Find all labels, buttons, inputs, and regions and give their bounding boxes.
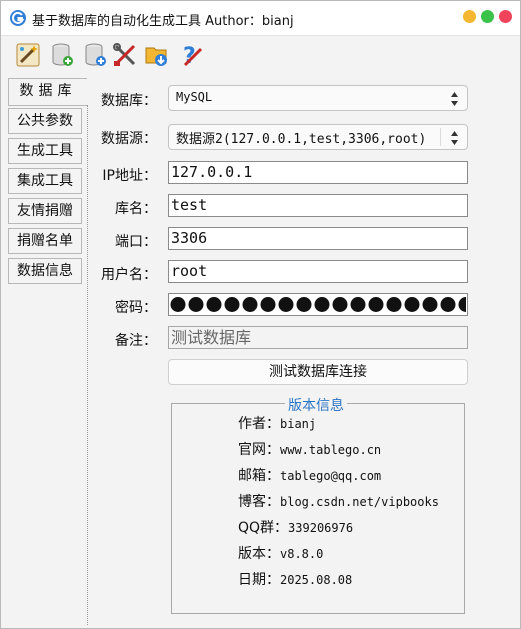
password-dot — [458, 297, 466, 312]
ip-input[interactable]: 127.0.0.1 — [168, 161, 468, 184]
port-input[interactable]: 3306 — [168, 227, 468, 250]
password-dot — [368, 297, 384, 312]
db-add-icon[interactable] — [49, 42, 75, 68]
app-window: 基于数据库的自动化生成工具 Author：bianj ? 数据库 公共参数 生成… — [0, 0, 521, 629]
site-value[interactable]: www.tablego.cn — [280, 443, 381, 457]
tab-integration-tools[interactable]: 集成工具 — [8, 168, 82, 194]
author-row: 作者：bianj — [238, 413, 316, 433]
date-label: 日期： — [238, 572, 280, 588]
password-dot — [170, 297, 186, 312]
version-row: 版本：v8.8.0 — [238, 543, 323, 563]
tab-donate[interactable]: 友情捐赠 — [8, 198, 82, 224]
app-logo-icon — [10, 10, 26, 26]
dbname-label: 库名： — [115, 201, 157, 217]
version-label: 版本： — [238, 546, 280, 562]
qq-value: 339206976 — [288, 521, 354, 535]
select-separator — [440, 128, 441, 146]
password-dot — [278, 297, 294, 312]
blog-label: 博客： — [238, 494, 280, 510]
source-value: 数据源2(127.0.0.1,test,3306,root) — [176, 132, 427, 147]
password-dot — [242, 297, 258, 312]
user-input[interactable]: root — [168, 260, 468, 283]
password-dot — [224, 297, 240, 312]
password-dot — [350, 297, 366, 312]
password-dot — [404, 297, 420, 312]
source-label: 数据源： — [101, 131, 157, 147]
minimize-button[interactable] — [463, 10, 476, 23]
tab-donor-list[interactable]: 捐赠名单 — [8, 228, 82, 254]
port-label: 端口： — [115, 234, 157, 250]
password-dot — [386, 297, 402, 312]
db-type-label: 数据库： — [101, 93, 157, 109]
password-dot — [440, 297, 456, 312]
source-select[interactable]: 数据源2(127.0.0.1,test,3306,root) — [168, 124, 468, 150]
version-info-legend: 版本信息 — [285, 395, 347, 415]
user-label: 用户名： — [101, 267, 157, 283]
site-row: 官网：www.tablego.cn — [238, 439, 381, 459]
password-mask — [170, 297, 466, 312]
close-button[interactable] — [499, 10, 512, 23]
select-arrows-icon — [451, 92, 458, 106]
email-label: 邮箱： — [238, 468, 280, 484]
password-input[interactable] — [168, 293, 468, 316]
db-type-select[interactable]: MySQL — [168, 85, 468, 111]
password-dot — [296, 297, 312, 312]
password-dot — [188, 297, 204, 312]
blog-row: 博客：blog.csdn.net/vipbooks — [238, 491, 439, 511]
tab-database[interactable]: 数据库 — [8, 78, 87, 106]
password-dot — [422, 297, 438, 312]
tab-common-params[interactable]: 公共参数 — [8, 108, 82, 134]
db-type-value: MySQL — [176, 90, 213, 104]
version-value: v8.8.0 — [280, 547, 324, 561]
help-icon[interactable]: ? — [179, 42, 205, 68]
window-title: 基于数据库的自动化生成工具 Author：bianj — [32, 14, 294, 29]
blog-value[interactable]: blog.csdn.net/vipbooks — [280, 495, 439, 509]
password-dot — [260, 297, 276, 312]
title-bar[interactable]: 基于数据库的自动化生成工具 Author：bianj — [1, 1, 520, 36]
password-label: 密码： — [115, 300, 157, 316]
site-label: 官网： — [238, 442, 280, 458]
tab-data-info[interactable]: 数据信息 — [8, 258, 82, 284]
tools-icon[interactable] — [112, 42, 138, 68]
date-value: 2025.08.08 — [280, 573, 353, 587]
ip-label: IP地址： — [102, 168, 157, 184]
password-dot — [332, 297, 348, 312]
email-row: 邮箱：tablego@qq.com — [238, 465, 381, 485]
date-row: 日期：2025.08.08 — [238, 569, 352, 589]
author-value: bianj — [280, 417, 317, 431]
qq-label: QQ群： — [238, 520, 289, 536]
author-label: 作者： — [238, 416, 280, 432]
dbname-input[interactable]: test — [168, 194, 468, 217]
password-dot — [314, 297, 330, 312]
select-arrows-icon — [451, 131, 458, 145]
qq-row: QQ群：339206976 — [238, 517, 353, 537]
note-input[interactable]: 测试数据库 — [168, 326, 468, 349]
note-label: 备注： — [115, 333, 157, 349]
test-connection-button[interactable]: 测试数据库连接 — [168, 359, 468, 385]
folder-download-icon[interactable] — [144, 42, 170, 68]
db-connect-icon[interactable] — [82, 42, 108, 68]
password-dot — [206, 297, 222, 312]
toolbar: ? — [1, 36, 520, 72]
tab-generate-tools[interactable]: 生成工具 — [8, 138, 82, 164]
maximize-button[interactable] — [481, 10, 494, 23]
email-value[interactable]: tablego@qq.com — [280, 469, 381, 483]
wand-icon[interactable] — [15, 42, 41, 68]
